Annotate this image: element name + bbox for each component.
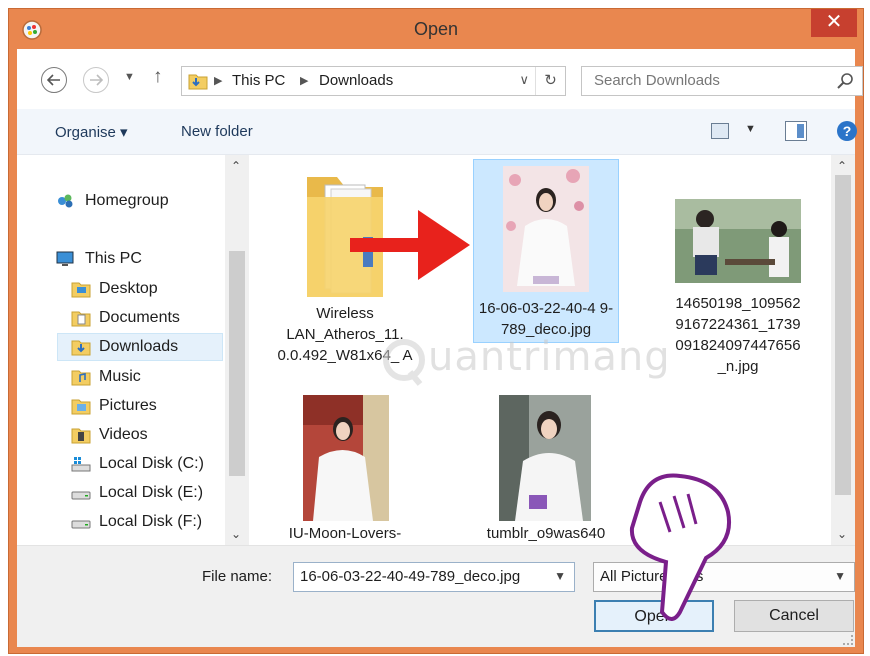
chevron-down-icon[interactable]: ▼ [834,569,846,583]
pointing-hand-icon [629,473,731,621]
nav-label: Local Disk (F:) [99,513,203,530]
file-name: tumblr_o9was640 [486,525,606,542]
search-icon [837,73,853,89]
navigation-scrollbar[interactable]: ⌃ ⌄ [225,155,249,545]
watermark-logo-icon [383,339,425,386]
scrollbar-thumb[interactable] [835,175,851,495]
nav-label: Local Disk (C:) [99,455,204,472]
file-name-value: 16-06-03-22-40-49-789_deco.jpg [300,568,521,585]
nav-item-local-disk-f[interactable]: Local Disk (F:) [17,508,223,536]
forward-button[interactable] [83,67,109,93]
file-name: IU-Moon-Lovers- [288,525,402,542]
nav-item-local-disk-e[interactable]: Local Disk (E:) [17,479,223,507]
organise-button[interactable]: Organise ▾ [55,123,128,141]
back-arrow-icon [47,74,60,86]
nav-item-documents[interactable]: Documents [17,304,223,332]
view-options-chevron-icon[interactable]: ▼ [745,123,756,135]
nav-label: Pictures [99,397,157,414]
nav-item-desktop[interactable]: Desktop [17,275,223,303]
image-thumbnail [303,395,389,521]
image-thumbnail [675,199,801,283]
chevron-down-icon[interactable]: ▼ [554,569,566,583]
scrollbar-thumb[interactable] [229,251,245,476]
desktop-folder-icon [71,282,91,298]
navigation-pane: Homegroup This PC Desktop Documents Down… [17,155,249,545]
up-arrow-icon[interactable]: ↑ [153,66,163,88]
breadcrumb-downloads[interactable]: Downloads [319,72,393,89]
nav-item-this-pc[interactable]: This PC [17,245,223,273]
downloads-folder-icon [188,74,208,90]
breadcrumb-separator-icon: ▶ [300,75,309,87]
windows-drive-icon [71,457,91,472]
search-placeholder: Search Downloads [594,72,720,89]
nav-label: Downloads [99,338,179,355]
command-toolbar: Organise ▾ New folder ▼ ? [17,109,857,155]
nav-label: Local Disk (E:) [99,484,204,501]
cancel-button[interactable]: Cancel [734,600,854,632]
file-item-image[interactable]: tumblr_o9was640 [473,391,619,545]
title-bar[interactable]: Open ✕ [9,9,863,49]
downloads-folder-icon [71,340,91,356]
nav-item-local-disk-c[interactable]: Local Disk (C:) [17,450,223,478]
breadcrumb-separator-icon: ▶ [214,75,223,87]
image-thumbnail [503,166,589,292]
computer-icon [56,251,74,266]
nav-item-pictures[interactable]: Pictures [17,392,223,420]
file-item-image[interactable]: IU-Moon-Lovers- [275,391,415,545]
close-button[interactable]: ✕ [811,9,857,37]
music-folder-icon [71,370,91,386]
nav-label: Documents [99,309,180,326]
address-bar[interactable]: ▶ This PC ▶ Downloads ∨ ↻ [181,66,566,96]
pictures-folder-icon [71,399,91,415]
change-view-icon[interactable] [711,123,729,139]
file-item-selected-image[interactable]: 16-06-03-22-40-4 9-789_deco.jpg [473,159,619,343]
nav-label: Videos [99,426,148,443]
nav-label: Desktop [99,280,158,297]
address-dropdown-chevron-icon[interactable]: ∨ [519,72,529,88]
nav-label: Homegroup [85,192,169,209]
nav-item-homegroup[interactable]: Homegroup [17,187,223,215]
file-list-scrollbar[interactable]: ⌃ ⌄ [831,155,855,545]
window-title: Open [413,19,459,39]
breadcrumb-this-pc[interactable]: This PC [232,72,285,89]
preview-pane-icon[interactable] [785,121,807,141]
address-row: ▼ ↑ ▶ This PC ▶ Downloads ∨ ↻ Search Dow… [17,49,863,109]
videos-folder-icon [71,428,91,444]
recent-locations-chevron-icon[interactable]: ▼ [124,71,135,83]
nav-item-downloads[interactable]: Downloads [57,333,223,361]
refresh-icon[interactable]: ↻ [535,67,565,95]
nav-item-videos[interactable]: Videos [17,421,223,449]
nav-label: This PC [85,250,142,267]
documents-folder-icon [71,311,91,327]
drive-icon [71,520,91,529]
scroll-up-chevron-icon[interactable]: ⌃ [837,159,847,173]
homegroup-icon [58,194,73,208]
forward-arrow-icon [90,74,103,86]
file-name-input[interactable]: 16-06-03-22-40-49-789_deco.jpg ▼ [293,562,575,592]
nav-item-music[interactable]: Music [17,363,223,391]
back-button[interactable] [41,67,67,93]
red-arrow-icon [350,210,470,280]
help-icon[interactable]: ? [837,121,857,141]
nav-label: Music [99,368,141,385]
search-input[interactable]: Search Downloads [581,66,863,96]
scroll-down-chevron-icon[interactable]: ⌄ [837,527,847,541]
resize-grip-icon[interactable] [843,635,853,645]
new-folder-button[interactable]: New folder [181,123,253,140]
watermark: uantrimang [380,330,710,390]
scroll-down-chevron-icon[interactable]: ⌄ [231,527,241,541]
scroll-up-chevron-icon[interactable]: ⌃ [231,159,241,173]
file-name-label: File name: [202,568,273,585]
image-thumbnail [499,395,591,521]
watermark-text: uantrimang [428,334,671,380]
drive-icon [71,491,91,500]
